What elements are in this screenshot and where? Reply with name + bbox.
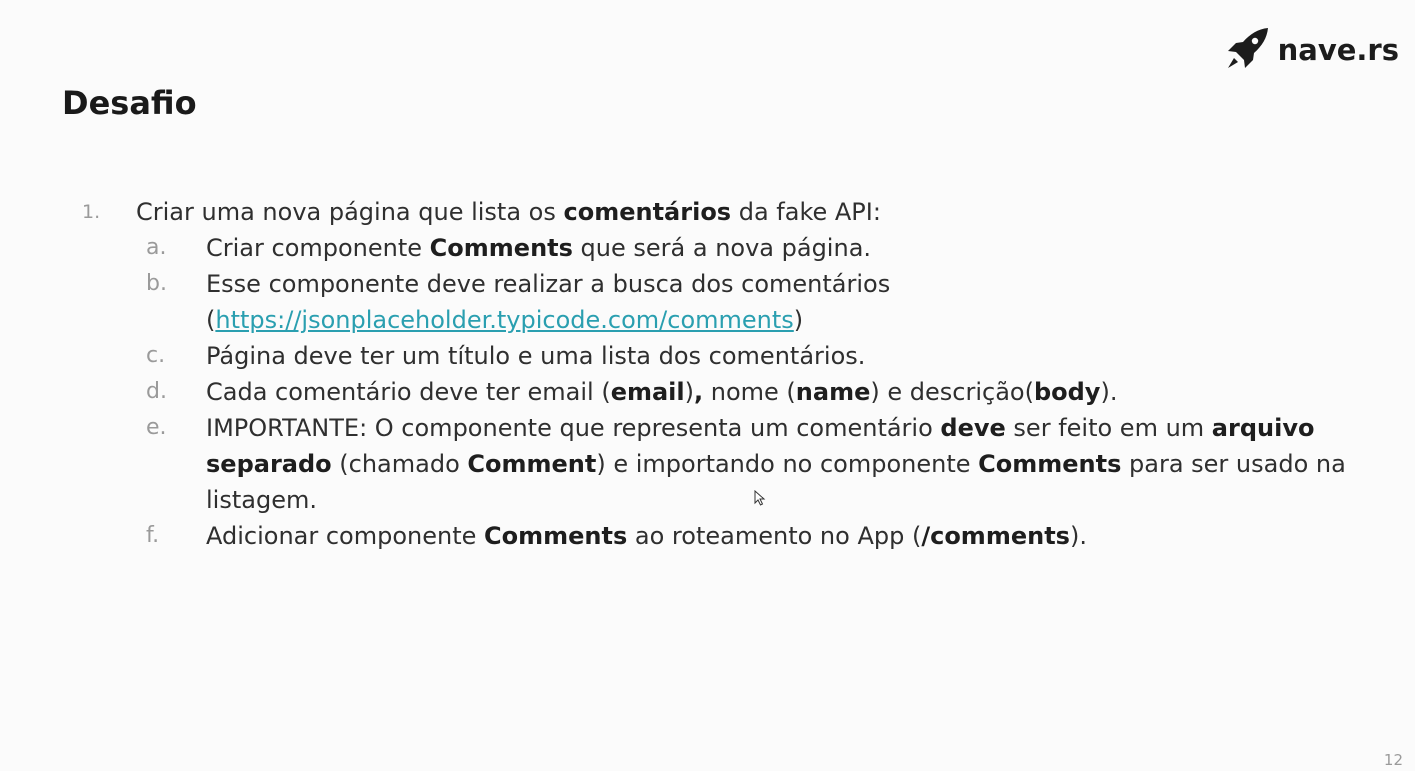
sub-item-b: b. Esse componente deve realizar a busca…	[134, 266, 1380, 338]
text: ) e importando no componente	[596, 450, 979, 478]
list-item-body: Criar uma nova página que lista os comen…	[136, 194, 1380, 230]
sub-text: Esse componente deve realizar a busca do…	[206, 266, 1380, 338]
intro-text-after: da fake API:	[731, 198, 881, 226]
paren: (	[206, 306, 216, 334]
text: nome (	[703, 378, 796, 406]
text: Criar componente	[206, 234, 430, 262]
text: Cada comentário deve ter email (	[206, 378, 611, 406]
challenge-list: 1. Criar uma nova página que lista os co…	[80, 194, 1380, 554]
intro-text: Criar uma nova página que lista os	[136, 198, 564, 226]
text: Adicionar componente	[206, 522, 485, 550]
bold-text: Comments	[978, 450, 1122, 478]
list-number: 1.	[82, 201, 101, 223]
slide-page-number: 12	[1383, 751, 1403, 769]
sub-text: Adicionar componente Comments ao roteame…	[206, 518, 1380, 554]
bold-text: body	[1033, 378, 1101, 406]
text: ser feito em um	[1005, 414, 1212, 442]
page-title: Desafio	[62, 84, 197, 122]
sub-item-a: a. Criar componente Comments que será a …	[134, 230, 1380, 266]
sub-letter: e.	[146, 415, 167, 440]
link-line: (https://jsonplaceholder.typicode.com/co…	[206, 302, 1380, 338]
slide: nave.rs Desafio 1. Criar uma nova página…	[0, 0, 1415, 771]
bold-text: deve	[940, 414, 1006, 442]
sub-letter: f.	[146, 523, 160, 548]
sub-letter: a.	[146, 235, 167, 260]
sub-text: Página deve ter um título e uma lista do…	[206, 342, 866, 370]
text: ) e descrição(	[870, 378, 1034, 406]
text: ).	[1100, 378, 1118, 406]
text: Esse componente deve realizar a busca do…	[206, 270, 891, 298]
text: (chamado	[331, 450, 468, 478]
text: )	[684, 378, 694, 406]
list-item-1: 1. Criar uma nova página que lista os co…	[80, 194, 1380, 230]
sub-text: Cada comentário deve ter email (email), …	[206, 374, 1380, 410]
bold-text: name	[795, 378, 871, 406]
bold-text: email	[610, 378, 685, 406]
sub-item-f: f. Adicionar componente Comments ao rote…	[134, 518, 1380, 554]
sub-letter: d.	[146, 379, 167, 404]
intro-bold: comentários	[563, 198, 732, 226]
sub-item-d: d. Cada comentário deve ter email (email…	[134, 374, 1380, 410]
bold-text: Comments	[484, 522, 628, 550]
sub-item-c: c. Página deve ter um título e uma lista…	[134, 338, 1380, 374]
text: ).	[1069, 522, 1087, 550]
bold-text: Comments	[429, 234, 573, 262]
text: ao roteamento no App (	[627, 522, 922, 550]
logo: nave.rs	[1224, 26, 1399, 72]
paren: )	[793, 306, 804, 334]
list-intro: Criar uma nova página que lista os comen…	[136, 194, 1380, 230]
sub-text: IMPORTANTE: O componente que representa …	[206, 410, 1380, 518]
sub-letter: c.	[146, 343, 166, 368]
text: que será a nova página.	[572, 234, 872, 262]
logo-text: nave.rs	[1277, 32, 1399, 67]
sub-text: Criar componente Comments que será a nov…	[206, 230, 1380, 266]
mouse-cursor-icon	[754, 490, 766, 506]
rocket-icon	[1227, 28, 1268, 68]
bold-text: Comment	[467, 450, 597, 478]
sub-letter: b.	[146, 271, 167, 296]
comments-api-link[interactable]: https://jsonplaceholder.typicode.com/com…	[215, 306, 793, 334]
text: IMPORTANTE: O componente que representa …	[206, 414, 941, 442]
bold-text: ,	[694, 378, 704, 406]
bold-text: /comments	[921, 522, 1070, 550]
